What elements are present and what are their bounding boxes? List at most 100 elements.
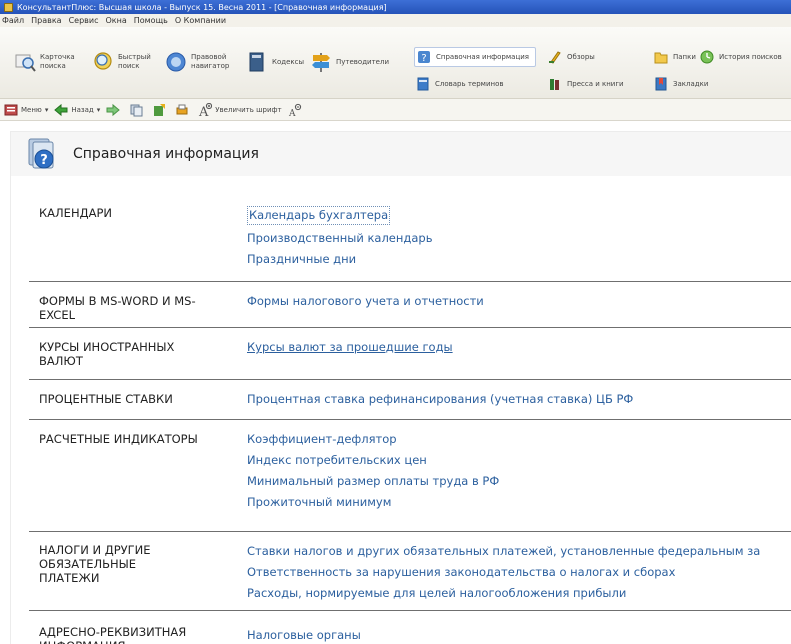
bookmarks-button[interactable]: Закладки — [654, 77, 708, 91]
link-subsistence-minimum[interactable]: Прожиточный минимум — [247, 492, 791, 513]
reference-table: КАЛЕНДАРИ Календарь бухгалтера Производс… — [10, 176, 791, 644]
bookmarks-label: Закладки — [673, 80, 709, 88]
print-icon — [176, 104, 188, 114]
link-cpi[interactable]: Индекс потребительских цен — [247, 450, 791, 471]
table-row: КАЛЕНДАРИ Календарь бухгалтера Производс… — [29, 206, 791, 282]
table-row: ФОРМЫ В MS-WORD И MS-EXCEL Формы налогов… — [29, 282, 791, 328]
svg-text:?: ? — [421, 53, 426, 64]
press-books-button[interactable]: Пресса и книги — [548, 77, 624, 91]
nav-toolbar: Меню ▾ Назад ▾ A Увеличить шрифт A — [0, 99, 791, 121]
menu-icon — [4, 104, 18, 115]
forward-button[interactable] — [106, 103, 123, 117]
menu-service[interactable]: Сервис — [69, 16, 99, 25]
zoom-in-font-icon: A — [198, 102, 213, 117]
signpost-icon — [312, 53, 330, 72]
svg-text:A: A — [198, 105, 209, 117]
copy-icon — [130, 104, 143, 116]
content-area: ? Справочная информация КАЛЕНДАРИ Календ… — [0, 121, 791, 644]
back-arrow-icon — [54, 103, 68, 116]
row-links: Коэффициент-дефлятор Индекс потребительс… — [247, 429, 791, 513]
row-links: Календарь бухгалтера Производственный ка… — [247, 206, 791, 270]
bookmarks-icon — [655, 77, 667, 91]
card-search-button[interactable]: Карточка поиска — [14, 51, 84, 73]
chevron-down-icon: ▾ — [96, 105, 101, 114]
link-holidays[interactable]: Праздничные дни — [247, 249, 791, 270]
card-search-label: Карточка поиска — [40, 53, 75, 70]
menu-button-label: Меню — [21, 105, 42, 114]
search-history-label: История поисков — [719, 53, 782, 61]
link-tax-forms[interactable]: Формы налогового учета и отчетности — [247, 291, 791, 312]
guides-label: Путеводители — [336, 57, 389, 66]
menu-about[interactable]: О Компании — [175, 16, 226, 25]
row-category: НАЛОГИ И ДРУГИЕ ОБЯЗАТЕЛЬНЫЕ ПЛАТЕЖИ — [39, 543, 151, 585]
copy-button[interactable] — [129, 103, 146, 117]
app-icon — [4, 2, 13, 12]
reference-info-label: Справочная информация — [436, 53, 529, 61]
row-links: Курсы валют за прошедшие годы — [247, 337, 791, 358]
history-clock-icon — [700, 50, 714, 64]
guides-button[interactable]: Путеводители — [310, 51, 400, 73]
back-button[interactable]: Назад ▾ — [54, 103, 100, 117]
chevron-down-icon: ▾ — [44, 105, 49, 114]
link-tax-authorities[interactable]: Налоговые органы — [247, 625, 791, 644]
back-button-label: Назад — [71, 105, 94, 114]
svg-text:A: A — [288, 109, 296, 117]
table-row: НАЛОГИ И ДРУГИЕ ОБЯЗАТЕЛЬНЫЕ ПЛАТЕЖИ Ста… — [29, 532, 791, 611]
table-row: ПРОЦЕНТНЫЕ СТАВКИ Процентная ставка рефи… — [29, 380, 791, 420]
legal-navigator-button[interactable]: Правовой навигатор — [165, 51, 243, 73]
link-tax-rates[interactable]: Ставки налогов и других обязательных пла… — [247, 541, 791, 562]
zoom-font-button[interactable]: A Увеличить шрифт — [198, 102, 282, 117]
codes-button[interactable]: Кодексы — [246, 51, 306, 73]
menu-edit[interactable]: Правка — [31, 16, 61, 25]
window-titlebar: КонсультантПлюс: Высшая школа - Выпуск 1… — [0, 0, 791, 14]
zoom-out-font-icon: A — [288, 103, 301, 117]
export-button[interactable] — [152, 103, 169, 117]
reviews-label: Обзоры — [567, 53, 595, 61]
print-button[interactable] — [175, 103, 192, 117]
press-books-icon — [550, 79, 559, 90]
row-category: РАСЧЕТНЫЕ ИНДИКАТОРЫ — [39, 432, 198, 446]
quick-search-label: Быстрый поиск — [118, 53, 151, 70]
link-production-calendar[interactable]: Производственный календарь — [247, 228, 791, 249]
export-icon — [154, 103, 166, 116]
row-category: ФОРМЫ В MS-WORD И MS-EXCEL — [39, 294, 196, 322]
table-row: КУРСЫ ИНОСТРАННЫХ ВАЛЮТ Курсы валют за п… — [29, 328, 791, 380]
link-deflator[interactable]: Коэффициент-дефлятор — [247, 429, 791, 450]
row-links: Налоговые органы — [247, 625, 791, 644]
zoom-out-font-button[interactable]: A — [288, 103, 305, 117]
link-currency-rates[interactable]: Курсы валют за прошедшие годы — [247, 337, 791, 358]
link-minimum-wage[interactable]: Минимальный размер оплаты труда в РФ — [247, 471, 791, 492]
codes-label: Кодексы — [272, 57, 305, 66]
link-accountant-calendar[interactable]: Календарь бухгалтера — [247, 206, 391, 225]
table-row: РАСЧЕТНЫЕ ИНДИКАТОРЫ Коэффициент-дефлято… — [29, 420, 791, 532]
glossary-book-icon — [417, 77, 429, 91]
legal-navigator-label: Правовой навигатор — [191, 53, 230, 70]
press-books-label: Пресса и книги — [567, 80, 624, 88]
link-tax-liability[interactable]: Ответственность за нарушения законодател… — [247, 562, 791, 583]
quick-search-button[interactable]: Быстрый поиск — [92, 51, 162, 73]
menu-button[interactable]: Меню ▾ — [4, 103, 48, 117]
row-links: Формы налогового учета и отчетности — [247, 291, 791, 312]
folder-icon — [654, 52, 668, 64]
reference-info-icon: ? — [418, 51, 430, 64]
reference-info-button[interactable]: ? Справочная информация — [414, 47, 536, 67]
row-links: Процентная ставка рефинансирования (учет… — [247, 389, 791, 410]
link-refinancing-rate[interactable]: Процентная ставка рефинансирования (учет… — [247, 389, 791, 410]
menu-help[interactable]: Помощь — [134, 16, 168, 25]
glossary-button[interactable]: Словарь терминов — [416, 77, 504, 91]
menu-windows[interactable]: Окна — [105, 16, 126, 25]
window-title: КонсультантПлюс: Высшая школа - Выпуск 1… — [17, 2, 387, 12]
main-toolbar: Карточка поиска Быстрый поиск Правовой н… — [0, 27, 791, 99]
reviews-pen-icon — [549, 51, 561, 64]
reviews-button[interactable]: Обзоры — [548, 50, 595, 64]
folders-label: Папки — [673, 53, 696, 61]
search-history-button[interactable]: История поисков — [700, 50, 782, 64]
row-links: Ставки налогов и других обязательных пла… — [247, 541, 791, 604]
navigator-icon — [166, 52, 186, 72]
folders-button[interactable]: Папки — [654, 50, 696, 64]
link-normalized-expenses[interactable]: Расходы, нормируемые для целей налогообл… — [247, 583, 791, 604]
row-category: ПРОЦЕНТНЫЕ СТАВКИ — [39, 392, 173, 406]
svg-text:?: ? — [40, 153, 48, 168]
menu-file[interactable]: Файл — [2, 16, 24, 25]
row-category: КАЛЕНДАРИ — [39, 206, 112, 220]
